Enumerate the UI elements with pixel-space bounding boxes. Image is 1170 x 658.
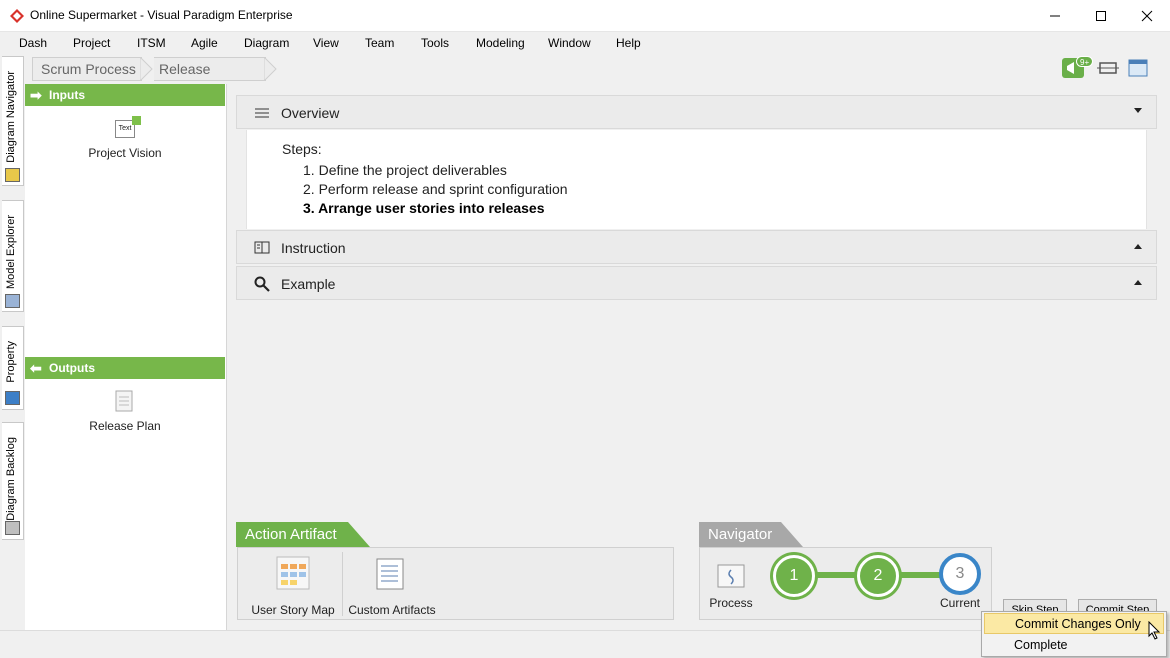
arrow-left-icon: ⬅	[30, 360, 42, 376]
process-button[interactable]: Process	[706, 556, 756, 616]
outputs-header: ⬅ Outputs	[25, 357, 225, 379]
tab-label: Diagram Navigator	[5, 71, 17, 163]
step-circle-1[interactable]: 1	[773, 555, 815, 597]
action-artifact-header: Action Artifact	[236, 522, 370, 547]
maximize-button[interactable]	[1078, 0, 1124, 32]
action-artifact-panel: User Story Map Custom Artifacts	[237, 547, 674, 620]
breadcrumb-item-scrum-process[interactable]: Scrum Process	[32, 57, 142, 81]
menu-window[interactable]: Window	[548, 36, 591, 50]
breadcrumb-end-icon	[264, 57, 277, 81]
steps-title: Steps:	[282, 141, 322, 157]
menu-itsm[interactable]: ITSM	[137, 36, 166, 50]
menu-tools[interactable]: Tools	[421, 36, 449, 50]
maximize-icon	[1096, 11, 1106, 21]
book-icon	[254, 241, 270, 254]
custom-artifacts-icon	[376, 558, 404, 590]
model-explorer-icon	[5, 294, 20, 308]
tab-diagram-navigator[interactable]: Diagram Navigator	[2, 56, 24, 186]
close-icon	[1141, 10, 1153, 22]
close-button[interactable]	[1124, 0, 1170, 32]
output-item-label: Release Plan	[89, 419, 161, 433]
breadcrumb-item-release-planning[interactable]: Release Planning	[154, 57, 266, 100]
inputs-header: ➡ Inputs	[25, 84, 225, 106]
tab-diagram-backlog[interactable]: Diagram Backlog	[2, 422, 24, 540]
menu-dash[interactable]: Dash	[19, 36, 47, 50]
overview-body: Steps: 1. Define the project deliverable…	[246, 130, 1147, 229]
window-title: Online Supermarket - Visual Paradigm Ent…	[30, 8, 293, 22]
search-icon	[254, 276, 270, 292]
breadcrumb-separator-icon	[140, 57, 153, 81]
commit-dropdown-menu: Commit Changes Only Complete	[981, 611, 1167, 657]
diagram-overview-icon[interactable]	[1127, 58, 1149, 78]
menu-project[interactable]: Project	[73, 36, 110, 50]
process-icon	[717, 564, 745, 588]
step-circle-3-current[interactable]: 3	[939, 553, 981, 595]
app-logo-icon	[10, 9, 24, 23]
menu-modeling[interactable]: Modeling	[476, 36, 525, 50]
minimize-icon	[1050, 15, 1060, 17]
menu-agile[interactable]: Agile	[191, 36, 218, 50]
minimize-button[interactable]	[1032, 0, 1078, 32]
diagram-backlog-icon	[5, 521, 20, 535]
expand-caret-icon	[1134, 280, 1142, 285]
tab-model-explorer[interactable]: Model Explorer	[2, 200, 24, 312]
menu-team[interactable]: Team	[365, 36, 394, 50]
overview-section-header[interactable]: Overview	[236, 95, 1157, 129]
step-item-current: 3. Arrange user stories into releases	[303, 200, 545, 216]
navigator-panel: Process 1 2 3 Current	[699, 547, 992, 620]
user-story-map-button[interactable]: User Story Map	[242, 554, 344, 617]
step-item: 1. Define the project deliverables	[303, 162, 507, 178]
menu-help[interactable]: Help	[616, 36, 641, 50]
menu-item-commit-changes-only[interactable]: Commit Changes Only	[984, 613, 1164, 634]
example-section-header[interactable]: Example	[236, 266, 1157, 300]
menu-bar: Dash Project ITSM Agile Diagram View Tea…	[0, 32, 1170, 54]
menu-view[interactable]: View	[313, 36, 339, 50]
output-item-release-plan[interactable]: Release Plan	[75, 387, 175, 437]
step-item: 2. Perform release and sprint configurat…	[303, 181, 568, 197]
instruction-title: Instruction	[281, 240, 346, 256]
step-circle-2[interactable]: 2	[857, 555, 899, 597]
notification-badge: 9+	[1076, 56, 1094, 67]
arrow-right-icon: ➡	[30, 87, 42, 103]
tab-property[interactable]: Property	[2, 326, 24, 410]
menu-item-complete[interactable]: Complete	[984, 635, 1164, 656]
property-icon	[5, 391, 20, 405]
user-story-map-icon	[276, 556, 310, 590]
instruction-section-header[interactable]: Instruction	[236, 230, 1157, 264]
side-tab-strip: Diagram Navigator Model Explorer Propert…	[0, 54, 25, 658]
action-item-label: Custom Artifacts	[348, 603, 436, 617]
input-item-label: Project Vision	[88, 146, 162, 160]
tab-label: Diagram Backlog	[5, 437, 17, 521]
divider	[342, 552, 343, 616]
example-title: Example	[281, 276, 336, 292]
document-icon	[115, 390, 133, 412]
action-item-label: User Story Map	[251, 603, 335, 617]
hamburger-icon	[255, 108, 269, 118]
custom-artifacts-button[interactable]: Custom Artifacts	[346, 554, 438, 617]
collapse-caret-icon	[1134, 108, 1142, 113]
check-badge-icon	[132, 116, 141, 125]
current-label: Current	[939, 596, 980, 610]
tab-label: Model Explorer	[5, 215, 17, 289]
inputs-outputs-panel: ➡ Inputs Text Project Vision ⬅ Outputs R…	[25, 84, 226, 630]
overview-title: Overview	[281, 105, 340, 121]
input-item-project-vision[interactable]: Text Project Vision	[75, 114, 175, 164]
diagram-navigator-icon	[5, 168, 20, 182]
expand-caret-icon	[1134, 244, 1142, 249]
mouse-cursor-icon	[1148, 621, 1161, 640]
tab-label: Property	[5, 341, 17, 383]
process-label: Process	[709, 596, 753, 610]
fit-diagram-icon[interactable]	[1097, 59, 1119, 77]
menu-diagram[interactable]: Diagram	[244, 36, 289, 50]
title-bar: Online Supermarket - Visual Paradigm Ent…	[0, 0, 1170, 32]
